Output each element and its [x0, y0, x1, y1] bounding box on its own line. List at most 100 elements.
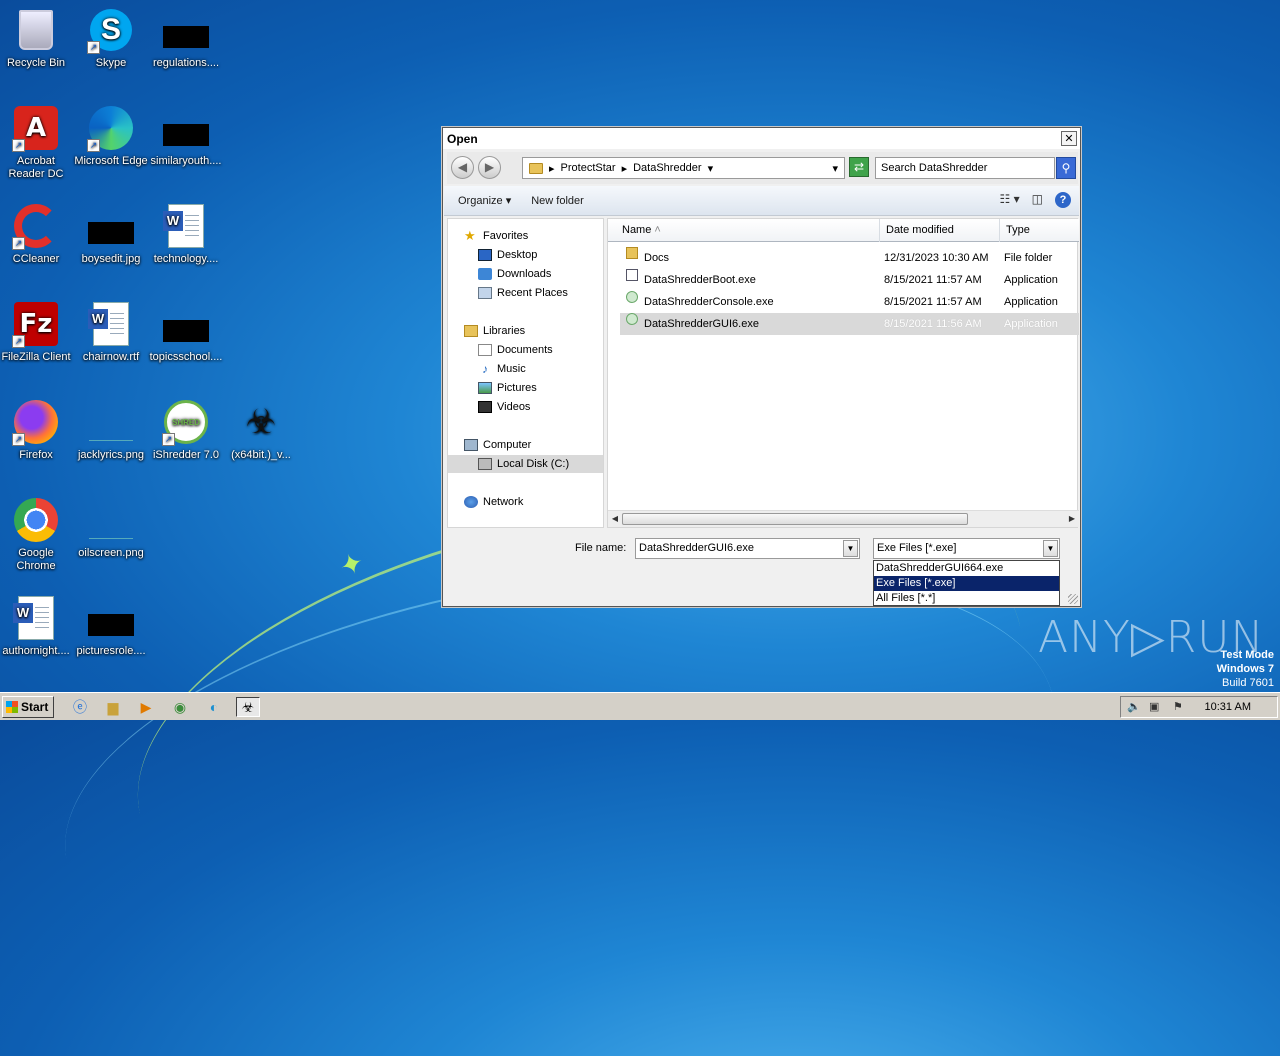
- breadcrumb-datashredder[interactable]: DataShredder: [633, 162, 702, 174]
- scroll-left-icon[interactable]: ◀: [608, 511, 622, 527]
- desktop-icon-ccleaner[interactable]: ↗ CCleaner: [0, 202, 74, 266]
- folder-icon: [626, 247, 638, 259]
- nav-local-disk[interactable]: Local Disk (C:): [448, 455, 603, 473]
- desktop-icon-acrobat[interactable]: A ↗ Acrobat Reader DC: [0, 104, 74, 181]
- nav-music[interactable]: ♪ Music: [478, 360, 526, 378]
- desktop-icon-topicsschool[interactable]: topicsschool....: [148, 300, 224, 364]
- clock[interactable]: 10:31 AM: [1205, 701, 1251, 713]
- internet-explorer-icon[interactable]: ⓔ: [68, 697, 92, 717]
- image-file-icon: [87, 398, 135, 446]
- open-dialog: Open ✕ ◀ ▶ ▸ ProtectStar ▸ DataShredder …: [442, 127, 1081, 607]
- back-button[interactable]: ◀: [451, 156, 474, 179]
- redacted-file-icon: [163, 124, 209, 146]
- flag-icon[interactable]: ⚑: [1173, 700, 1183, 713]
- dialog-titlebar[interactable]: Open: [443, 128, 1080, 149]
- hard-disk-icon: [478, 458, 492, 470]
- scroll-right-icon[interactable]: ▶: [1065, 511, 1079, 527]
- breadcrumb-protectstar[interactable]: ProtectStar: [561, 162, 616, 174]
- desktop-icon-oilscreen[interactable]: oilscreen.png: [73, 496, 149, 560]
- chevron-down-icon[interactable]: ▼: [843, 540, 858, 557]
- nav-libraries[interactable]: Libraries: [464, 322, 525, 340]
- navigation-pane: ★ Favorites Desktop Downloads Recent Plac…: [447, 218, 604, 528]
- chevron-down-icon[interactable]: ▾: [708, 162, 714, 175]
- desktop-icon-picturesrole[interactable]: picturesrole....: [73, 594, 149, 658]
- desktop-icon-x64bit-installer[interactable]: ☣ (x64bit.)_v...: [223, 398, 299, 462]
- nav-pictures[interactable]: Pictures: [478, 379, 537, 397]
- start-button[interactable]: Start: [2, 696, 54, 718]
- resize-grip[interactable]: [1068, 594, 1078, 604]
- horizontal-scrollbar[interactable]: ◀ ▶: [608, 510, 1079, 527]
- ccleaner-icon: ↗: [12, 202, 60, 250]
- nav-favorites[interactable]: ★ Favorites: [464, 227, 528, 245]
- close-button[interactable]: ✕: [1061, 131, 1077, 146]
- application-icon: [626, 313, 638, 325]
- edge-icon: ↗: [87, 104, 135, 152]
- new-folder-button[interactable]: New folder: [521, 195, 594, 207]
- forward-button[interactable]: ▶: [478, 156, 501, 179]
- file-type-option[interactable]: All Files [*.*]: [874, 591, 1059, 606]
- desktop-icon-filezilla[interactable]: Fz ↗ FileZilla Client: [0, 300, 74, 364]
- search-input[interactable]: Search DataShredder: [875, 157, 1055, 179]
- star-icon: ★: [464, 228, 476, 243]
- column-type[interactable]: Type: [1000, 219, 1079, 242]
- desktop-icon: [478, 249, 492, 261]
- network-tray-icon[interactable]: ▣: [1149, 700, 1159, 713]
- address-history-dropdown[interactable]: ▾: [832, 162, 838, 175]
- organize-button[interactable]: Organize ▾: [444, 194, 521, 207]
- edge-taskbar-icon[interactable]: ◐: [202, 697, 226, 717]
- desktop-icon-similaryouth[interactable]: similaryouth....: [148, 104, 224, 168]
- column-name[interactable]: Name ˄: [616, 219, 880, 242]
- chevron-down-icon[interactable]: ▼: [1043, 540, 1058, 557]
- redacted-file-icon: [88, 222, 134, 244]
- nav-documents[interactable]: Documents: [478, 341, 553, 359]
- refresh-button[interactable]: ⇄: [849, 157, 869, 177]
- desktop-icon-chairnow[interactable]: chairnow.rtf: [73, 300, 149, 364]
- help-icon[interactable]: ?: [1055, 192, 1071, 208]
- desktop-icon-firefox[interactable]: ↗ Firefox: [0, 398, 74, 462]
- chevron-right-icon: ▸: [549, 162, 555, 175]
- search-button[interactable]: ⚲: [1056, 157, 1076, 179]
- nav-downloads[interactable]: Downloads: [478, 265, 551, 283]
- desktop-icon-chrome[interactable]: Google Chrome: [0, 496, 74, 573]
- file-row-datashreddergui6[interactable]: DataShredderGUI6.exe 8/15/2021 11:56 AM …: [620, 313, 1079, 335]
- nav-network[interactable]: Network: [464, 493, 523, 511]
- desktop-icon-boysedit[interactable]: boysedit.jpg: [73, 202, 149, 266]
- nav-computer[interactable]: Computer: [464, 436, 531, 454]
- nav-recent-places[interactable]: Recent Places: [478, 284, 568, 302]
- system-tray: 🔈 ▣ ⚑ 10:31 AM: [1120, 696, 1278, 718]
- preview-pane-icon[interactable]: ◫: [1032, 192, 1043, 208]
- desktop-icon-jacklyrics[interactable]: jacklyrics.png: [73, 398, 149, 462]
- redacted-file-icon: [88, 614, 134, 636]
- nav-videos[interactable]: Videos: [478, 398, 530, 416]
- file-row-docs[interactable]: Docs 12/31/2023 10:30 AM File folder: [620, 247, 1079, 269]
- desktop-icon-edge[interactable]: ↗ Microsoft Edge: [73, 104, 149, 168]
- desktop-icon-authornight[interactable]: authornight....: [0, 594, 74, 658]
- ishredder-icon: SHRED ↗: [162, 398, 210, 446]
- desktop-icon-technology[interactable]: technology....: [148, 202, 224, 266]
- acrobat-icon: A ↗: [12, 104, 60, 152]
- chrome-icon: [12, 496, 60, 544]
- file-row-datashredderconsole[interactable]: DataShredderConsole.exe 8/15/2021 11:57 …: [620, 291, 1079, 313]
- test-mode-notice: Test Mode Windows 7 Build 7601: [1216, 649, 1274, 689]
- file-type-option[interactable]: DataShredderGUI664.exe: [874, 561, 1059, 576]
- recycle-bin-icon: [12, 6, 60, 54]
- desktop-icon-ishredder[interactable]: SHRED ↗ iShredder 7.0: [148, 398, 224, 462]
- view-options-icon[interactable]: ☷ ▾: [1000, 192, 1020, 208]
- media-player-icon[interactable]: ▶: [134, 697, 158, 717]
- chrome-taskbar-icon[interactable]: ◉: [168, 697, 192, 717]
- desktop-icon-skype[interactable]: S ↗ Skype: [73, 6, 149, 70]
- file-type-option-selected[interactable]: Exe Files [*.exe]: [874, 576, 1059, 591]
- file-explorer-icon[interactable]: ▆: [101, 697, 125, 717]
- speaker-icon[interactable]: 🔈: [1127, 700, 1141, 713]
- file-type-select[interactable]: Exe Files [*.exe] ▼: [873, 538, 1060, 559]
- file-name-input[interactable]: DataShredderGUI6.exe ▼: [635, 538, 860, 559]
- scrollbar-thumb[interactable]: [622, 513, 968, 525]
- column-date-modified[interactable]: Date modified: [880, 219, 1000, 242]
- desktop-icon-recycle-bin[interactable]: Recycle Bin: [0, 6, 74, 70]
- desktop-icon-regulations[interactable]: regulations....: [148, 6, 224, 70]
- installer-taskbar-icon[interactable]: ☣: [236, 697, 260, 717]
- address-bar[interactable]: ▸ ProtectStar ▸ DataShredder ▾ ▾: [522, 157, 845, 179]
- nav-desktop[interactable]: Desktop: [478, 246, 537, 264]
- recent-places-icon: [478, 287, 492, 299]
- file-row-datashredderboot[interactable]: DataShredderBoot.exe 8/15/2021 11:57 AM …: [620, 269, 1079, 291]
